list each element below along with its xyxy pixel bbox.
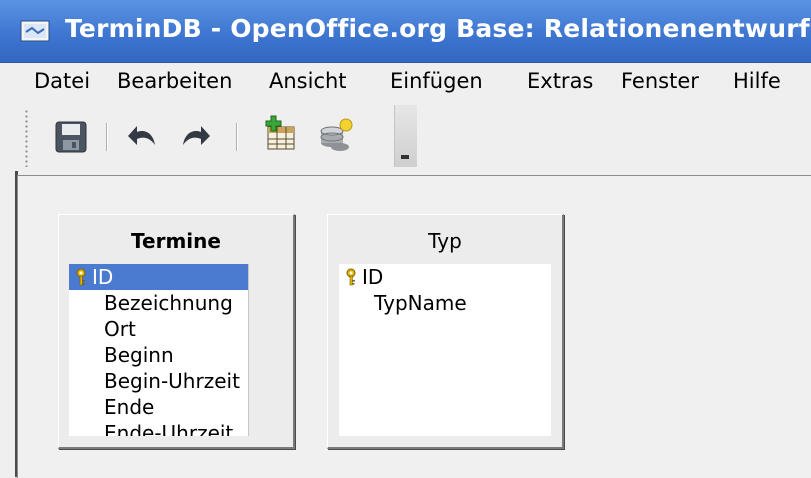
toolbar-dropdown-button[interactable] xyxy=(394,105,417,167)
undo-icon[interactable] xyxy=(126,119,162,155)
field-name: Begin-Uhrzeit xyxy=(104,369,240,393)
menu-hilfe[interactable]: Hilfe xyxy=(733,69,781,93)
redo-icon[interactable] xyxy=(176,119,212,155)
table-title-termine: Termine xyxy=(131,229,221,253)
field-name: Ende-Uhrzeit xyxy=(104,421,234,436)
field-row[interactable]: TypName xyxy=(339,290,551,316)
field-row[interactable]: Beginn xyxy=(69,342,250,368)
field-name: ID xyxy=(92,265,114,289)
toolbar-separator xyxy=(106,123,108,151)
field-name: Beginn xyxy=(104,343,174,367)
window-title: TerminDB - OpenOffice.org Base: Relation… xyxy=(65,14,810,43)
primary-key-icon xyxy=(76,268,86,286)
new-relation-icon[interactable] xyxy=(318,117,354,153)
add-table-icon[interactable] xyxy=(262,115,298,151)
field-name: Bezeichnung xyxy=(104,291,233,315)
menu-bearbeiten[interactable]: Bearbeiten xyxy=(117,69,232,93)
field-list-termine[interactable]: ID Bezeichnung Ort Beginn Begin-Uhrzeit … xyxy=(69,264,250,436)
menubar: Datei Bearbeiten Ansicht Einfügen Extras… xyxy=(0,63,811,101)
openoffice-base-app-icon xyxy=(20,20,50,42)
field-row[interactable]: ID xyxy=(69,264,250,290)
menu-fenster[interactable]: Fenster xyxy=(621,69,699,93)
save-icon[interactable] xyxy=(53,119,89,155)
field-row[interactable]: Ende xyxy=(69,394,250,420)
window-titlebar[interactable]: TerminDB - OpenOffice.org Base: Relation… xyxy=(0,0,811,63)
menu-einfuegen[interactable]: Einfügen xyxy=(390,69,483,93)
field-row[interactable]: Ort xyxy=(69,316,250,342)
field-name: TypName xyxy=(374,291,467,315)
relation-design-canvas[interactable]: Termine ID Bezeichnung Ort Beginn Begin-… xyxy=(17,175,811,478)
field-row[interactable]: Ende-Uhrzeit xyxy=(69,420,250,436)
menu-datei[interactable]: Datei xyxy=(34,69,90,93)
toolbar-grip[interactable] xyxy=(24,109,29,167)
table-title-typ: Typ xyxy=(428,229,462,253)
field-list-typ[interactable]: ID TypName xyxy=(339,264,551,436)
field-name: Ende xyxy=(104,395,155,419)
toolbar-separator xyxy=(236,123,238,151)
primary-key-icon xyxy=(346,268,356,286)
menu-ansicht[interactable]: Ansicht xyxy=(269,69,347,93)
toolbar-dropdown-icon xyxy=(401,155,409,159)
field-row[interactable]: ID xyxy=(339,264,551,290)
toolbar xyxy=(0,101,811,171)
table-window-termine[interactable]: Termine ID Bezeichnung Ort Beginn Begin-… xyxy=(58,214,295,449)
vertical-scrollbar[interactable] xyxy=(248,264,250,436)
field-name: Ort xyxy=(104,317,136,341)
field-row[interactable]: Begin-Uhrzeit xyxy=(69,368,250,394)
field-name: ID xyxy=(362,265,384,289)
table-window-typ[interactable]: Typ ID TypName xyxy=(327,214,564,449)
menu-extras[interactable]: Extras xyxy=(527,69,593,93)
field-row[interactable]: Bezeichnung xyxy=(69,290,250,316)
